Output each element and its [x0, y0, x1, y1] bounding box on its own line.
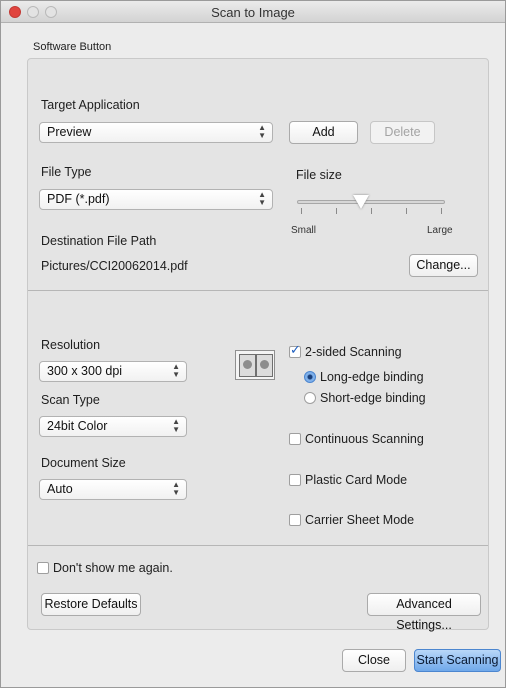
up-down-arrows-icon: ▲ ▼: [172, 480, 180, 497]
delete-button[interactable]: Delete: [370, 121, 435, 144]
slider-tick: [301, 208, 302, 214]
target-application-label: Target Application: [41, 98, 140, 112]
duplex-scan-icon: [235, 350, 275, 380]
target-application-select[interactable]: Preview ▲ ▼: [39, 122, 273, 143]
restore-defaults-button[interactable]: Restore Defaults: [41, 593, 141, 616]
section-divider-top: [28, 290, 488, 291]
software-button-group-label: Software Button: [33, 41, 112, 53]
short-edge-binding-radio[interactable]: [304, 392, 316, 404]
scan-type-label: Scan Type: [41, 393, 100, 407]
title-bar: Scan to Image: [1, 1, 505, 23]
file-type-value: PDF (*.pdf): [47, 192, 110, 206]
scan-type-select[interactable]: 24bit Color ▲ ▼: [39, 416, 187, 437]
up-down-arrows-icon: ▲ ▼: [258, 123, 266, 140]
file-type-select[interactable]: PDF (*.pdf) ▲ ▼: [39, 189, 273, 210]
up-down-arrows-icon: ▲ ▼: [258, 190, 266, 207]
document-size-select[interactable]: Auto ▲ ▼: [39, 479, 187, 500]
continuous-scanning-label: Continuous Scanning: [305, 432, 424, 446]
two-sided-scanning-label: 2-sided Scanning: [305, 345, 402, 359]
plastic-card-mode-checkbox[interactable]: [289, 474, 301, 486]
dont-show-again-label: Don't show me again.: [53, 561, 173, 575]
scan-type-value: 24bit Color: [47, 419, 108, 433]
up-down-arrows-icon: ▲ ▼: [172, 362, 180, 379]
start-scanning-button[interactable]: Start Scanning: [414, 649, 501, 672]
close-button[interactable]: Close: [342, 649, 406, 672]
document-size-label: Document Size: [41, 456, 126, 470]
carrier-sheet-mode-checkbox[interactable]: [289, 514, 301, 526]
slider-tick: [441, 208, 442, 214]
change-path-button[interactable]: Change...: [409, 254, 478, 277]
long-edge-binding-radio[interactable]: [304, 371, 316, 383]
slider-tick: [371, 208, 372, 214]
section-divider-bottom: [28, 545, 488, 546]
file-size-label: File size: [296, 168, 342, 182]
duplex-page-front: [239, 354, 256, 377]
resolution-select[interactable]: 300 x 300 dpi ▲ ▼: [39, 361, 187, 382]
file-type-label: File Type: [41, 165, 92, 179]
add-button[interactable]: Add: [289, 121, 358, 144]
long-edge-binding-label: Long-edge binding: [320, 370, 424, 384]
up-down-arrows-icon: ▲ ▼: [172, 417, 180, 434]
continuous-scanning-checkbox[interactable]: [289, 433, 301, 445]
destination-file-path-label: Destination File Path: [41, 234, 157, 248]
scan-to-image-window: Scan to Image Software Button Target App…: [0, 0, 506, 688]
plastic-card-mode-label: Plastic Card Mode: [305, 473, 408, 487]
dont-show-again-checkbox[interactable]: [37, 562, 49, 574]
file-size-slider-track[interactable]: [297, 200, 445, 204]
file-size-max-label: Large: [427, 225, 453, 236]
slider-tick: [336, 208, 337, 214]
file-size-min-label: Small: [291, 225, 317, 236]
short-edge-binding-label: Short-edge binding: [320, 391, 426, 405]
slider-tick: [406, 208, 407, 214]
target-application-value: Preview: [47, 125, 92, 139]
two-sided-scanning-checkbox[interactable]: [289, 343, 301, 358]
carrier-sheet-mode-label: Carrier Sheet Mode: [305, 513, 415, 527]
duplex-page-back: [256, 354, 273, 377]
resolution-label: Resolution: [41, 338, 101, 352]
resolution-value: 300 x 300 dpi: [47, 364, 123, 378]
destination-file-path-value: Pictures/CCI20062014.pdf: [41, 259, 188, 273]
advanced-settings-button[interactable]: Advanced Settings...: [367, 593, 481, 632]
file-size-slider-knob[interactable]: [352, 195, 369, 209]
document-size-value: Auto: [47, 482, 73, 496]
window-title: Scan to Image: [211, 5, 295, 20]
